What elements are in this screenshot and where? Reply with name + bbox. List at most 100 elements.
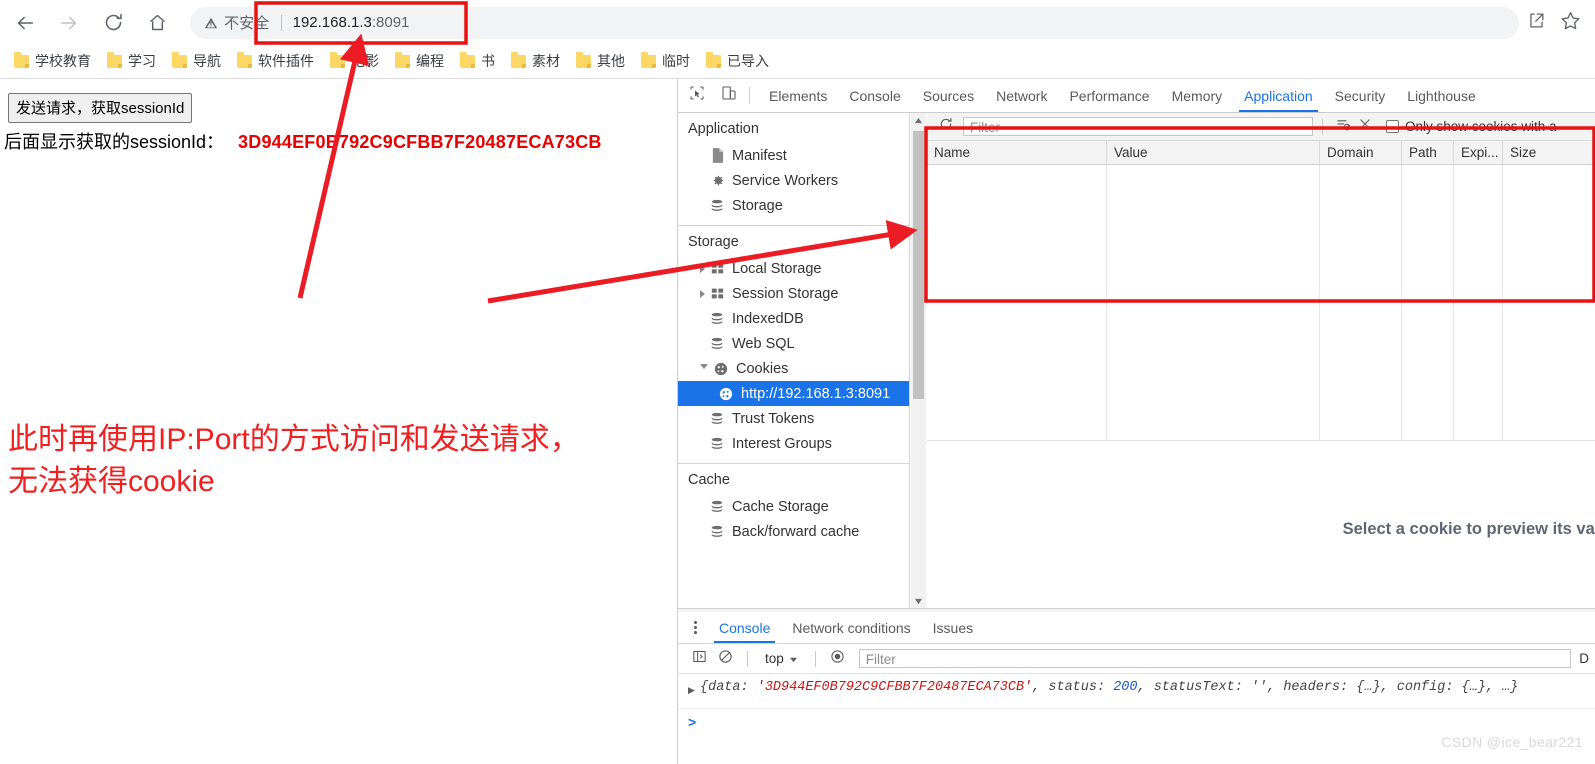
device-toolbar-button[interactable] <box>715 83 742 109</box>
bookmark-item[interactable]: 书 <box>456 48 503 74</box>
bookmark-label: 学校教育 <box>35 53 91 69</box>
tab-application[interactable]: Application <box>1233 79 1324 112</box>
drawer-tab-issues[interactable]: Issues <box>922 612 984 643</box>
sidebar-item-cookies[interactable]: Cookies <box>678 356 909 381</box>
sidebar-item-interest-groups[interactable]: Interest Groups <box>678 431 909 456</box>
url-host: 192.168.1.3 <box>292 14 372 31</box>
gear-icon <box>709 173 725 189</box>
column-header-value[interactable]: Value <box>1107 141 1320 164</box>
table-column <box>927 165 1107 440</box>
sidebar-item-manifest[interactable]: Manifest <box>678 143 909 168</box>
console-log-row[interactable]: ▶ {data: '3D944EF0B792C9CFBB7F20487ECA73… <box>678 680 1595 704</box>
triangle-down-icon[interactable] <box>700 364 708 373</box>
reload-button[interactable] <box>94 4 132 42</box>
triangle-right-icon[interactable] <box>700 264 705 273</box>
sidebar-item-local-storage[interactable]: Local Storage <box>678 256 909 281</box>
sidebar-item-session-storage[interactable]: Session Storage <box>678 281 909 306</box>
sidebar-item-indexeddb[interactable]: IndexedDB <box>678 306 909 331</box>
refresh-icon <box>939 117 953 136</box>
folder-icon <box>330 51 345 68</box>
sidebar-scrollbar[interactable] <box>911 113 926 608</box>
home-button[interactable] <box>138 4 176 42</box>
only-show-cookies-checkbox-row[interactable]: Only show cookies with a <box>1386 119 1557 134</box>
drawer-tab-console[interactable]: Console <box>708 612 781 643</box>
sidebar-item-label: Local Storage <box>732 260 822 277</box>
bookmark-item[interactable]: 电影 <box>326 48 387 74</box>
folder-icon <box>172 51 187 68</box>
omnibox-divider <box>280 14 282 31</box>
share-icon <box>1527 11 1546 35</box>
table-icon <box>709 286 725 302</box>
live-expression-button[interactable] <box>825 647 851 671</box>
sidebar-item-cache-storage[interactable]: Cache Storage <box>678 494 909 519</box>
scroll-down-arrow-icon[interactable] <box>911 594 926 608</box>
console-prompt[interactable]: > <box>678 708 1595 734</box>
tab-console[interactable]: Console <box>838 79 911 112</box>
scroll-up-arrow-icon[interactable] <box>911 113 926 127</box>
sidebar-item-storage[interactable]: Storage <box>678 193 909 218</box>
bookmark-item[interactable]: 素材 <box>507 48 568 74</box>
toolbar-actions <box>1519 6 1595 40</box>
column-header-size[interactable]: Size <box>1503 141 1552 164</box>
sidebar-item-label: Back/forward cache <box>732 523 860 540</box>
bookmark-item[interactable]: 导航 <box>168 48 229 74</box>
bookmark-label: 临时 <box>662 53 690 69</box>
cookies-filter-input[interactable]: Filter <box>963 117 1313 136</box>
sidebar-item-cookie-origin[interactable]: http://192.168.1.3:8091 <box>678 381 909 406</box>
column-header-domain[interactable]: Domain <box>1320 141 1402 164</box>
only-show-cookies-checkbox[interactable] <box>1386 120 1399 133</box>
log-prefix: {data: <box>700 680 757 695</box>
drawer-more-button[interactable] <box>682 621 708 634</box>
column-header-name[interactable]: Name <box>927 141 1107 164</box>
kebab-menu-icon <box>693 621 697 634</box>
console-context-selector[interactable]: top <box>761 651 802 666</box>
tab-network[interactable]: Network <box>985 79 1058 112</box>
share-button[interactable] <box>1519 6 1553 40</box>
forward-button[interactable] <box>50 4 88 42</box>
log-mid-1: , status: <box>1032 680 1114 695</box>
clear-all-cookies-button[interactable] <box>1332 116 1354 138</box>
application-sidebar: Application Manifest Service Workers Sto… <box>678 113 910 608</box>
console-filter-input[interactable]: Filter <box>858 649 1572 668</box>
bookmark-item[interactable]: 软件插件 <box>233 48 322 74</box>
column-header-path[interactable]: Path <box>1402 141 1454 164</box>
drawer-tab-network-conditions[interactable]: Network conditions <box>781 612 921 643</box>
tab-lighthouse[interactable]: Lighthouse <box>1396 79 1487 112</box>
sidebar-item-back-forward-cache[interactable]: Back/forward cache <box>678 519 909 544</box>
send-request-button[interactable]: 发送请求，获取sessionId <box>8 93 193 123</box>
bookmark-item[interactable]: 其他 <box>572 48 633 74</box>
console-sidebar-button[interactable] <box>686 647 712 671</box>
toolbar-divider <box>747 650 748 667</box>
inspect-element-button[interactable] <box>683 83 710 109</box>
tab-sources[interactable]: Sources <box>912 79 985 112</box>
address-bar[interactable]: 不安全 192.168.1.3:8091 <box>190 6 1519 39</box>
sidebar-item-trust-tokens[interactable]: Trust Tokens <box>678 406 909 431</box>
console-levels-label[interactable]: D <box>1579 651 1595 666</box>
column-header-expires[interactable]: Expi... <box>1454 141 1503 164</box>
tab-memory[interactable]: Memory <box>1161 79 1234 112</box>
bookmark-item[interactable]: 学习 <box>103 48 164 74</box>
back-button[interactable] <box>6 4 44 42</box>
bookmark-item[interactable]: 临时 <box>637 48 698 74</box>
tab-performance[interactable]: Performance <box>1058 79 1160 112</box>
refresh-cookies-button[interactable] <box>935 116 957 138</box>
scrollbar-thumb[interactable] <box>913 131 924 399</box>
bookmark-item[interactable]: 编程 <box>391 48 452 74</box>
clear-console-button[interactable] <box>712 647 738 671</box>
bookmark-item[interactable]: 已导入 <box>702 48 777 74</box>
bookmark-label: 书 <box>481 53 495 69</box>
tab-security[interactable]: Security <box>1324 79 1397 112</box>
bookmark-item[interactable]: 学校教育 <box>10 48 99 74</box>
bookmark-button[interactable] <box>1553 6 1587 40</box>
cookie-preview-placeholder: Select a cookie to preview its valu <box>927 451 1595 608</box>
tab-elements[interactable]: Elements <box>758 79 838 112</box>
prompt-chevron-icon: > <box>688 713 697 730</box>
triangle-right-icon[interactable]: ▶ <box>688 680 700 701</box>
sidebar-item-service-workers[interactable]: Service Workers <box>678 168 909 193</box>
triangle-right-icon[interactable] <box>700 289 705 298</box>
sidebar-item-web-sql[interactable]: Web SQL <box>678 331 909 356</box>
watermark: CSDN @ice_bear221 <box>1441 734 1583 750</box>
delete-cookie-button[interactable] <box>1354 116 1376 138</box>
tabbar-divider <box>749 87 750 104</box>
session-id-line: 后面显示获取的sessionId： 3D944EF0B792C9CFBB7F204… <box>4 128 602 154</box>
